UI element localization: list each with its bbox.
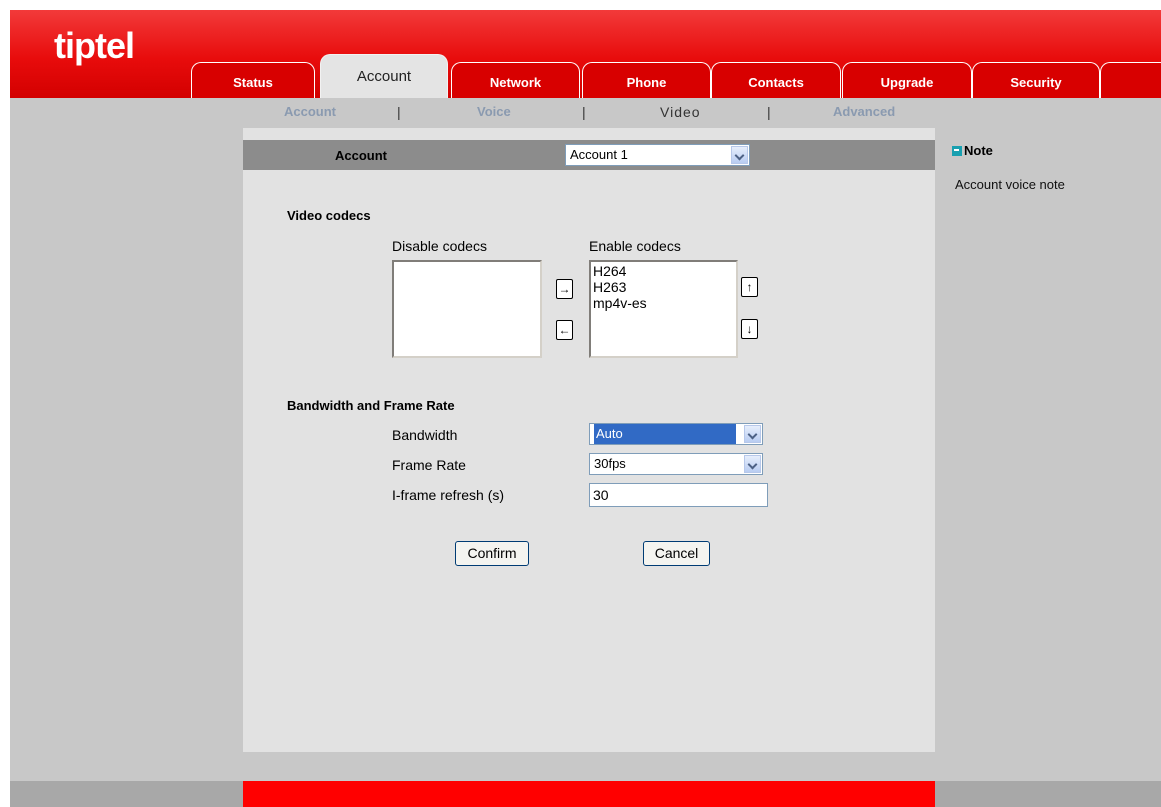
confirm-button[interactable]: Confirm [455,541,529,566]
iframe-refresh-label: I-frame refresh (s) [392,487,505,503]
chevron-down-icon[interactable] [744,425,761,443]
chevron-down-icon[interactable] [744,455,761,473]
note-icon [952,146,962,156]
subtab-advanced[interactable]: Advanced [833,104,895,122]
enabled-codecs-list[interactable]: H264 H263 mp4v-es [589,260,738,358]
subnav-separator: | [767,104,771,120]
list-item[interactable]: H263 [593,279,734,295]
bandwidth-select[interactable]: Auto [589,423,763,445]
bandwidth-label: Bandwidth [392,427,458,443]
frame-rate-select-value: 30fps [594,456,626,471]
subtab-video[interactable]: Video [660,104,701,122]
disable-codecs-label: Disable codecs [392,238,487,254]
list-item[interactable]: H264 [593,263,734,279]
subtab-voice[interactable]: Voice [477,104,511,122]
move-down-arrow-icon[interactable]: ↓ [741,319,758,339]
tab-network[interactable]: Network [451,62,580,98]
subtab-account[interactable]: Account [284,104,336,122]
bandwidth-section-title: Bandwidth and Frame Rate [287,398,455,413]
frame-rate-label: Frame Rate [392,457,466,473]
tab-contacts[interactable]: Contacts [711,62,841,98]
tab-status[interactable]: Status [191,62,315,98]
tab-upgrade[interactable]: Upgrade [842,62,972,98]
cancel-button[interactable]: Cancel [643,541,710,566]
footer-red-strip [243,781,935,807]
video-codecs-title: Video codecs [287,208,371,223]
enable-codecs-label: Enable codecs [589,238,681,254]
tab-security[interactable]: Security [972,62,1100,98]
note-title-text: Note [964,143,993,158]
tab-overflow [1100,62,1161,98]
iframe-refresh-input[interactable]: 30 [589,483,768,507]
account-select[interactable]: Account 1 [565,144,750,166]
subnav-separator: | [582,104,586,120]
tab-account[interactable]: Account [320,54,448,98]
tab-phone[interactable]: Phone [582,62,711,98]
tiptel-logo: tiptel [54,25,135,66]
move-left-arrow-icon[interactable]: ← [556,320,573,340]
header-bar: tiptel Status Account Network Phone Cont… [10,10,1161,98]
account-select-value: Account 1 [570,147,628,162]
bandwidth-select-value: Auto [594,424,736,444]
note-title: Note [952,143,993,158]
frame-rate-select[interactable]: 30fps [589,453,763,475]
move-right-arrow-icon[interactable]: → [556,279,573,299]
chevron-down-icon[interactable] [731,146,748,164]
list-item[interactable]: mp4v-es [593,295,734,311]
note-text: Account voice note [955,177,1065,192]
subnav-separator: | [397,104,401,120]
move-up-arrow-icon[interactable]: ↑ [741,277,758,297]
account-label: Account [335,148,387,163]
disabled-codecs-list[interactable] [392,260,542,358]
